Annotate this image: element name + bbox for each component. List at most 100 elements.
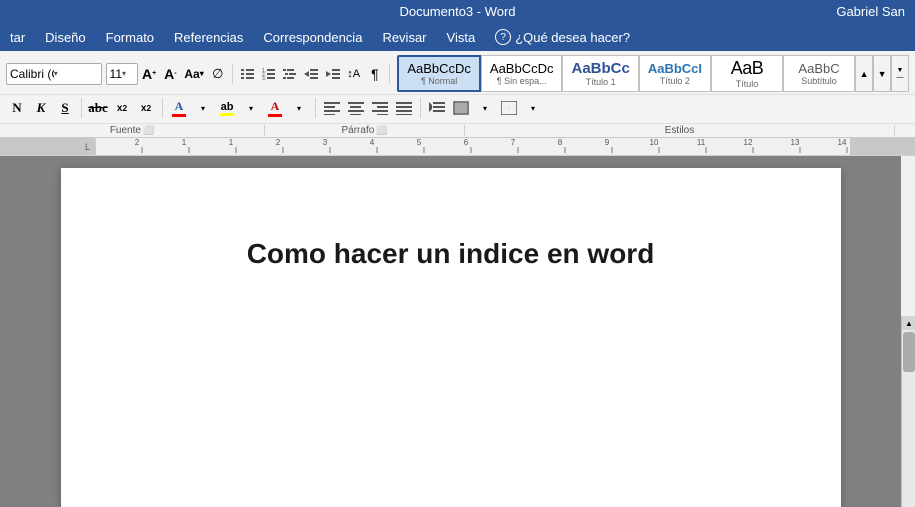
shading-button[interactable] — [450, 97, 472, 119]
content-row: Como hacer un indice en word ▲ — [0, 156, 915, 507]
menu-diseno[interactable]: Diseño — [35, 26, 95, 49]
styles-scroll-down[interactable]: ▼ — [873, 55, 891, 92]
change-case-button[interactable]: Aa▾ — [182, 63, 206, 85]
shading-dropdown[interactable]: ▾ — [474, 97, 496, 119]
menu-help[interactable]: ? ¿Qué desea hacer? — [485, 25, 640, 49]
styles-panel: AaBbCcDc ¶ Normal AaBbCcDc ¶ Sin espa...… — [397, 55, 909, 92]
ruler: 3 2 1 1 2 3 4 5 6 7 8 9 10 11 12 13 14 — [0, 138, 915, 156]
menu-formato[interactable]: Formato — [96, 26, 164, 49]
style-titulo-label: Título — [736, 79, 759, 89]
bullet-list-button[interactable] — [238, 63, 257, 85]
style-subtitulo[interactable]: AaBbC Subtítulo — [783, 55, 855, 92]
align-left-button[interactable] — [321, 97, 343, 119]
group-fuente: Fuente ⬜ — [0, 125, 265, 136]
menu-referencias[interactable]: Referencias — [164, 26, 253, 49]
font-increase-button[interactable]: A+ — [140, 63, 159, 85]
numbered-list-button[interactable]: 1.2.3. — [259, 63, 278, 85]
font-name-selector[interactable]: Calibri (Cuerp ▾ — [6, 63, 102, 85]
superscript-button[interactable]: x2 — [135, 97, 157, 119]
menu-tar[interactable]: tar — [0, 26, 35, 49]
menu-revisar[interactable]: Revisar — [372, 26, 436, 49]
highlight-button[interactable]: ab — [216, 97, 238, 119]
tab-stop-indicator[interactable]: L — [80, 139, 96, 155]
text-color-button[interactable]: A — [168, 97, 190, 119]
separator-fmt1 — [81, 98, 82, 118]
svg-text:9: 9 — [605, 138, 610, 147]
style-titulo1[interactable]: AaBbCc Título 1 — [562, 55, 638, 92]
svg-text:8: 8 — [558, 138, 563, 147]
ribbon-groups: Fuente ⬜ Párrafo ⬜ Estilos — [0, 123, 915, 137]
toolbar-row2: N K S abc x2 x2 A ▾ ab ▾ — [0, 95, 915, 123]
scrollbar-up-arrow[interactable]: ▲ — [902, 316, 915, 330]
group-fuente-label: Fuente — [110, 125, 141, 136]
menu-correspondencia[interactable]: Correspondencia — [253, 26, 372, 49]
style-titulo1-label: Título 1 — [586, 77, 616, 87]
font-color2-dropdown[interactable]: ▾ — [288, 97, 310, 119]
style-titulo2[interactable]: AaBbCcI Título 2 — [639, 55, 711, 92]
title-bar: Documento3 - Word Gabriel San — [0, 0, 915, 23]
style-titulo2-preview: AaBbCcI — [648, 61, 702, 76]
sort-button[interactable]: ↕A — [344, 63, 363, 85]
svg-text:11: 11 — [697, 138, 706, 147]
group-estilos-label: Estilos — [665, 125, 694, 136]
menu-vista[interactable]: Vista — [437, 26, 486, 49]
underline-button[interactable]: S — [54, 97, 76, 119]
style-subtitulo-label: Subtítulo — [801, 76, 837, 86]
style-sin-espacio-preview: AaBbCcDc — [490, 61, 554, 76]
group-parrafo-expand[interactable]: ⬜ — [376, 125, 387, 136]
separator-fmt4 — [420, 98, 421, 118]
ruler-content: 3 2 1 1 2 3 4 5 6 7 8 9 10 11 12 13 14 — [0, 138, 915, 155]
italic-button[interactable]: K — [30, 97, 52, 119]
document-title: Documento3 - Word — [399, 4, 515, 19]
menu-bar: tar Diseño Formato Referencias Correspon… — [0, 23, 915, 51]
group-fuente-expand[interactable]: ⬜ — [143, 125, 154, 136]
borders-dropdown[interactable]: ▾ — [522, 97, 544, 119]
subscript-button[interactable]: x2 — [111, 97, 133, 119]
ruler-right-margin — [850, 138, 915, 155]
svg-text:14: 14 — [838, 138, 847, 147]
font-decrease-button[interactable]: A- — [161, 63, 180, 85]
scrollbar-thumb[interactable] — [903, 332, 915, 372]
font-color2-button[interactable]: A — [264, 97, 286, 119]
font-size-dropdown-icon: ▾ — [122, 69, 134, 78]
styles-more[interactable]: ▼— — [891, 55, 909, 92]
style-normal[interactable]: AaBbCcDc ¶ Normal — [397, 55, 481, 92]
strikethrough-button[interactable]: abc — [87, 97, 109, 119]
text-color-dropdown[interactable]: ▾ — [192, 97, 214, 119]
separator2 — [389, 64, 390, 84]
styles-scroll-up[interactable]: ▲ — [855, 55, 873, 92]
bold-button[interactable]: N — [6, 97, 28, 119]
vertical-scrollbar[interactable]: ▲ — [901, 316, 915, 507]
line-spacing-button[interactable] — [426, 97, 448, 119]
align-center-button[interactable] — [345, 97, 367, 119]
document-page: Como hacer un indice en word — [61, 168, 841, 507]
clear-formatting-button[interactable]: ∅ — [208, 63, 227, 85]
svg-text:7: 7 — [511, 138, 516, 147]
style-titulo[interactable]: AaB Título — [711, 55, 783, 92]
style-sin-espacio[interactable]: AaBbCcDc ¶ Sin espa... — [481, 55, 563, 92]
main-content: Como hacer un indice en word — [0, 156, 901, 507]
font-size-selector[interactable]: 11 ▾ — [106, 63, 138, 85]
svg-text:1: 1 — [182, 138, 187, 147]
align-justify-button[interactable] — [393, 97, 415, 119]
svg-text:5: 5 — [417, 138, 422, 147]
style-normal-preview: AaBbCcDc — [407, 61, 471, 76]
multilevel-list-button[interactable] — [281, 63, 300, 85]
increase-indent-button[interactable] — [323, 63, 342, 85]
svg-text:4: 4 — [370, 138, 375, 147]
style-titulo1-preview: AaBbCc — [571, 60, 629, 77]
borders-button[interactable] — [498, 97, 520, 119]
svg-text:6: 6 — [464, 138, 469, 147]
document-heading: Como hacer un indice en word — [141, 238, 761, 270]
align-right-button[interactable] — [369, 97, 391, 119]
style-normal-label: ¶ Normal — [421, 76, 457, 86]
highlight-dropdown[interactable]: ▾ — [240, 97, 262, 119]
show-formatting-button[interactable]: ¶ — [365, 63, 384, 85]
decrease-indent-button[interactable] — [302, 63, 321, 85]
svg-text:10: 10 — [650, 138, 659, 147]
separator1 — [232, 64, 233, 84]
svg-text:1: 1 — [229, 138, 234, 147]
help-icon: ? — [495, 29, 511, 45]
group-estilos: Estilos — [465, 125, 895, 136]
group-parrafo: Párrafo ⬜ — [265, 125, 465, 136]
